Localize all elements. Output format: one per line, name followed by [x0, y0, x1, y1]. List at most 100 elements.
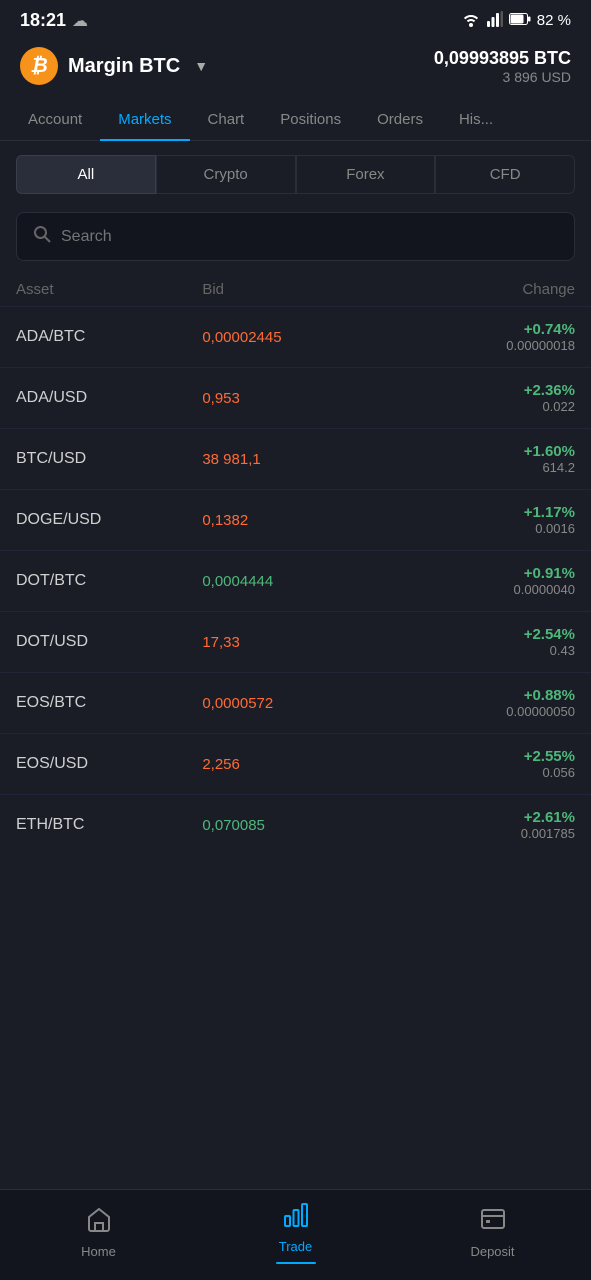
asset-name: DOT/BTC — [16, 572, 202, 590]
asset-name: ADA/BTC — [16, 328, 202, 346]
tab-chart[interactable]: Chart — [190, 99, 263, 140]
nav-deposit-label: Deposit — [470, 1244, 514, 1259]
change-abs: 0.0000040 — [389, 582, 575, 597]
col-header-bid: Bid — [202, 281, 388, 298]
change-pct: +1.17% — [389, 504, 575, 521]
nav-active-indicator — [276, 1262, 316, 1264]
bottom-nav: Home Trade Deposit — [0, 1189, 591, 1280]
balance-usd: 3 896 USD — [434, 69, 571, 85]
asset-row[interactable]: ETH/BTC 0,070085 +2.61% 0.001785 — [0, 794, 591, 855]
tab-markets[interactable]: Markets — [100, 99, 189, 140]
change-abs: 0.43 — [389, 643, 575, 658]
asset-name: ADA/USD — [16, 389, 202, 407]
cloud-icon: ☁ — [72, 11, 88, 31]
nav-trade[interactable]: Trade — [197, 1200, 394, 1264]
tab-history[interactable]: His... — [441, 99, 511, 140]
asset-name: DOGE/USD — [16, 511, 202, 529]
change-pct: +0.74% — [389, 321, 575, 338]
trade-icon — [282, 1200, 310, 1235]
bid-value: 0,00002445 — [202, 329, 388, 346]
search-input[interactable] — [61, 228, 558, 246]
bid-value: 0,1382 — [202, 512, 388, 529]
deposit-icon — [479, 1205, 507, 1240]
asset-row[interactable]: DOT/BTC 0,0004444 +0.91% 0.0000040 — [0, 550, 591, 611]
change-pct: +2.36% — [389, 382, 575, 399]
change-pct: +0.91% — [389, 565, 575, 582]
nav-deposit[interactable]: Deposit — [394, 1205, 591, 1259]
btc-logo: ₿ — [20, 47, 58, 85]
change-col: +0.74% 0.00000018 — [389, 321, 575, 353]
col-header-change: Change — [389, 281, 575, 298]
change-col: +1.17% 0.0016 — [389, 504, 575, 536]
status-time: 18:21 — [20, 10, 66, 31]
asset-row[interactable]: EOS/BTC 0,0000572 +0.88% 0.00000050 — [0, 672, 591, 733]
filter-forex[interactable]: Forex — [296, 155, 436, 194]
change-col: +2.55% 0.056 — [389, 748, 575, 780]
battery-percent: 82 % — [537, 12, 571, 29]
signal-icon — [487, 11, 503, 31]
filter-row: All Crypto Forex CFD — [0, 141, 591, 208]
change-pct: +2.55% — [389, 748, 575, 765]
change-abs: 0.00000050 — [389, 704, 575, 719]
battery-icon — [509, 12, 531, 29]
asset-name: ETH/BTC — [16, 816, 202, 834]
asset-row[interactable]: BTC/USD 38 981,1 +1.60% 614.2 — [0, 428, 591, 489]
asset-row[interactable]: EOS/USD 2,256 +2.55% 0.056 — [0, 733, 591, 794]
search-container — [0, 208, 591, 273]
change-col: +0.88% 0.00000050 — [389, 687, 575, 719]
bid-value: 38 981,1 — [202, 451, 388, 468]
change-col: +1.60% 614.2 — [389, 443, 575, 475]
bid-value: 0,0000572 — [202, 695, 388, 712]
asset-row[interactable]: DOGE/USD 0,1382 +1.17% 0.0016 — [0, 489, 591, 550]
account-selector[interactable]: ₿ Margin BTC ▼ — [20, 47, 208, 85]
asset-row[interactable]: ADA/BTC 0,00002445 +0.74% 0.00000018 — [0, 306, 591, 367]
bid-value: 0,0004444 — [202, 573, 388, 590]
change-col: +0.91% 0.0000040 — [389, 565, 575, 597]
tab-positions[interactable]: Positions — [262, 99, 359, 140]
change-col: +2.36% 0.022 — [389, 382, 575, 414]
home-icon — [85, 1205, 113, 1240]
change-abs: 0.056 — [389, 765, 575, 780]
wifi-icon — [461, 11, 481, 31]
change-col: +2.61% 0.001785 — [389, 809, 575, 841]
filter-cfd[interactable]: CFD — [435, 155, 575, 194]
account-name: Margin BTC — [68, 55, 180, 78]
change-pct: +2.54% — [389, 626, 575, 643]
status-bar: 18:21 ☁ 82 % — [0, 0, 591, 37]
nav-trade-label: Trade — [279, 1239, 312, 1254]
status-icons: 82 % — [461, 11, 571, 31]
nav-home-label: Home — [81, 1244, 116, 1259]
change-abs: 0.0016 — [389, 521, 575, 536]
dropdown-arrow-icon: ▼ — [194, 58, 208, 74]
change-col: +2.54% 0.43 — [389, 626, 575, 658]
change-pct: +1.60% — [389, 443, 575, 460]
bid-value: 17,33 — [202, 634, 388, 651]
tab-orders[interactable]: Orders — [359, 99, 441, 140]
filter-all[interactable]: All — [16, 155, 156, 194]
tab-account[interactable]: Account — [10, 99, 100, 140]
asset-name: DOT/USD — [16, 633, 202, 651]
balance-display: 0,09993895 BTC 3 896 USD — [434, 48, 571, 85]
change-abs: 0.022 — [389, 399, 575, 414]
col-header-asset: Asset — [16, 281, 202, 298]
bid-value: 0,070085 — [202, 817, 388, 834]
asset-row[interactable]: DOT/USD 17,33 +2.54% 0.43 — [0, 611, 591, 672]
nav-home[interactable]: Home — [0, 1205, 197, 1259]
header: ₿ Margin BTC ▼ 0,09993895 BTC 3 896 USD — [0, 37, 591, 99]
asset-name: EOS/BTC — [16, 694, 202, 712]
asset-list: ADA/BTC 0,00002445 +0.74% 0.00000018 ADA… — [0, 306, 591, 855]
balance-btc: 0,09993895 BTC — [434, 48, 571, 69]
change-pct: +2.61% — [389, 809, 575, 826]
asset-name: BTC/USD — [16, 450, 202, 468]
search-icon — [33, 225, 51, 248]
asset-row[interactable]: ADA/USD 0,953 +2.36% 0.022 — [0, 367, 591, 428]
table-header: Asset Bid Change — [0, 273, 591, 306]
search-box — [16, 212, 575, 261]
bid-value: 2,256 — [202, 756, 388, 773]
filter-crypto[interactable]: Crypto — [156, 155, 296, 194]
change-abs: 0.00000018 — [389, 338, 575, 353]
change-abs: 0.001785 — [389, 826, 575, 841]
change-pct: +0.88% — [389, 687, 575, 704]
change-abs: 614.2 — [389, 460, 575, 475]
nav-tabs: Account Markets Chart Positions Orders H… — [0, 99, 591, 141]
